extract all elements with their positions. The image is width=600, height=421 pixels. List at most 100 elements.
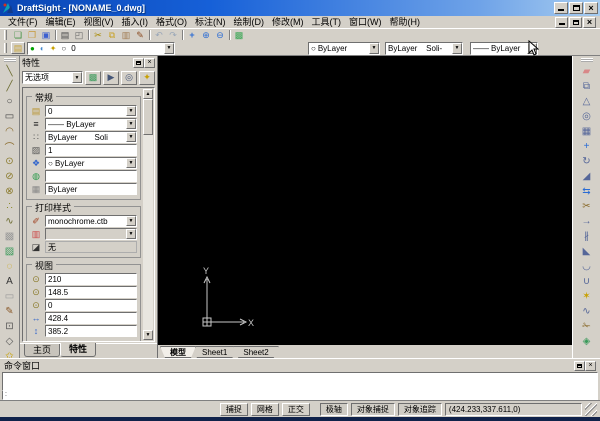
weld-icon[interactable]: ∪	[579, 274, 595, 289]
pan-icon[interactable]: +	[185, 29, 199, 41]
linestyle-combobox[interactable]: ByLayer Soli- ▼	[385, 41, 463, 55]
ellipse-center-icon[interactable]: ⊙	[2, 154, 18, 169]
toolbar-grip[interactable]	[580, 58, 593, 62]
save-icon[interactable]: ▣	[39, 29, 53, 41]
menu-item[interactable]: 标注(N)	[191, 16, 230, 28]
dropdown-arrow-icon[interactable]: ▼	[452, 42, 462, 54]
copy-entity-icon[interactable]: ⧉	[579, 79, 595, 94]
rectangle-icon[interactable]: ▭	[2, 109, 18, 124]
select-set-icon[interactable]: ▩	[85, 70, 101, 85]
menu-item[interactable]: 绘制(D)	[230, 16, 269, 28]
scrollbar-thumb[interactable]	[143, 99, 153, 135]
print-preview-icon[interactable]: ◰	[72, 29, 86, 41]
mdi-minimize-button[interactable]	[555, 16, 568, 28]
print-table-field[interactable]: 无 ▼	[45, 241, 137, 253]
break-icon[interactable]: ∦	[579, 229, 595, 244]
region-icon[interactable]: ▩	[2, 229, 18, 244]
point-icon[interactable]: ∴	[2, 199, 18, 214]
material-field[interactable]: ByLayer ▼	[45, 183, 137, 195]
hatch-icon[interactable]: ▨	[2, 244, 18, 259]
view-width-field[interactable]: 428.4 ▼	[45, 312, 137, 324]
tab-sheet1[interactable]: Sheet1	[192, 346, 237, 358]
cut-icon[interactable]: ✂	[91, 29, 105, 41]
menu-item[interactable]: 插入(I)	[118, 16, 153, 28]
select-highlight-icon[interactable]: ◎	[121, 70, 137, 85]
quick-select-icon[interactable]: ✦	[139, 70, 155, 85]
scroll-up-icon[interactable]: ▲	[143, 89, 153, 99]
paste-icon[interactable]: ▥	[119, 29, 133, 41]
arc-3point-icon[interactable]: ⌒	[2, 139, 18, 154]
stretch-icon[interactable]: ⇆	[579, 184, 595, 199]
dropdown-arrow-icon[interactable]: ▼	[369, 42, 379, 54]
menu-item[interactable]: 帮助(H)	[386, 16, 425, 28]
tab-sheet2[interactable]: Sheet2	[233, 346, 278, 358]
tab-properties[interactable]: 特性	[60, 343, 97, 357]
dropdown-arrow-icon[interactable]: ▼	[126, 229, 136, 239]
select-entities-icon[interactable]: ▶	[103, 70, 119, 85]
fillet-icon[interactable]: ◡	[579, 259, 595, 274]
menu-item[interactable]: 格式(O)	[152, 16, 191, 28]
menu-item[interactable]: 修改(M)	[268, 16, 308, 28]
menu-item[interactable]: 视图(V)	[80, 16, 118, 28]
panel-scrollbar[interactable]: ▲ ▼	[143, 89, 153, 340]
new-icon[interactable]: ❏	[11, 29, 25, 41]
line-icon[interactable]: ╲	[2, 64, 18, 79]
grid-toggle[interactable]: 网格	[250, 402, 279, 416]
resize-grip[interactable]	[585, 402, 597, 416]
pattern-icon[interactable]: ▦	[579, 124, 595, 139]
note-icon[interactable]: A	[2, 274, 18, 289]
mdi-close-button[interactable]: ×	[583, 16, 596, 28]
offset-icon[interactable]: ◎	[579, 109, 595, 124]
toolbar-grip[interactable]	[4, 30, 7, 40]
panel-close-button[interactable]: ×	[144, 57, 155, 68]
command-input[interactable]: :	[2, 391, 598, 400]
panel-float-button[interactable]	[133, 57, 144, 68]
undo-icon[interactable]: ↶	[152, 29, 166, 41]
mirror-icon[interactable]: △	[579, 94, 595, 109]
view-center-z-field[interactable]: 0 ▼	[45, 299, 137, 311]
lineweight-field[interactable]: ByLayer Soli ▼	[45, 131, 137, 143]
command-history[interactable]	[2, 372, 598, 391]
delete-icon[interactable]: ▰	[579, 64, 595, 79]
split-icon[interactable]: ✁	[579, 319, 595, 334]
close-button[interactable]: ×	[584, 2, 598, 14]
mdi-restore-button[interactable]	[569, 16, 582, 28]
toolbar-grip[interactable]	[4, 43, 7, 53]
dropdown-arrow-icon[interactable]: ▼	[164, 42, 174, 54]
edit-polyline-icon[interactable]: ∿	[579, 304, 595, 319]
scale-icon[interactable]: ◢	[579, 169, 595, 184]
menu-item[interactable]: 文件(F)	[4, 16, 42, 28]
toolbar-grip[interactable]	[3, 58, 16, 62]
explode-icon[interactable]: ✶	[579, 289, 595, 304]
command-close-button[interactable]: ×	[585, 360, 596, 371]
dropdown-arrow-icon[interactable]: ▼	[72, 72, 82, 83]
command-float-button[interactable]	[574, 360, 585, 371]
dropdown-arrow-icon[interactable]: ▼	[125, 119, 136, 129]
format-painter-icon[interactable]: ✎	[133, 29, 147, 41]
copy-icon[interactable]: ⧉	[105, 29, 119, 41]
tab-home[interactable]: 主页	[24, 344, 61, 357]
dropdown-arrow-icon[interactable]: ▼	[125, 132, 136, 142]
esnap-toggle[interactable]: 对象捕捉	[350, 402, 395, 416]
menu-item[interactable]: 工具(T)	[308, 16, 346, 28]
options-icon[interactable]: ▩	[232, 29, 246, 41]
zoom-out-icon[interactable]: ⊖	[213, 29, 227, 41]
dropdown-arrow-icon[interactable]: ▼	[126, 158, 136, 168]
layer-field[interactable]: 0 ▼	[45, 105, 137, 117]
print-color-field[interactable]: ▼	[45, 228, 137, 240]
spline-icon[interactable]: ∿	[2, 214, 18, 229]
linecolor-field[interactable]: ○ ByLayer ▼	[45, 157, 137, 169]
circle-icon[interactable]: ○	[2, 94, 18, 109]
maximize-button[interactable]	[569, 2, 583, 14]
arc-icon[interactable]: ◠	[2, 124, 18, 139]
snap-toggle[interactable]: 捕捉	[219, 402, 248, 416]
ellipse-arc-icon[interactable]: ⊗	[2, 184, 18, 199]
view-center-x-field[interactable]: 210 ▼	[45, 273, 137, 285]
selection-combobox[interactable]: 无选项 ▼	[22, 71, 83, 84]
print-icon[interactable]: ▤	[58, 29, 72, 41]
redo-icon[interactable]: ↷	[166, 29, 180, 41]
zoom-in-icon[interactable]: ⊕	[199, 29, 213, 41]
print-style-field[interactable]: monochrome.ctb ▼	[45, 215, 137, 227]
linecolor-combobox[interactable]: ○ ByLayer ▼	[308, 41, 380, 55]
view-height-field[interactable]: 385.2 ▼	[45, 325, 137, 337]
